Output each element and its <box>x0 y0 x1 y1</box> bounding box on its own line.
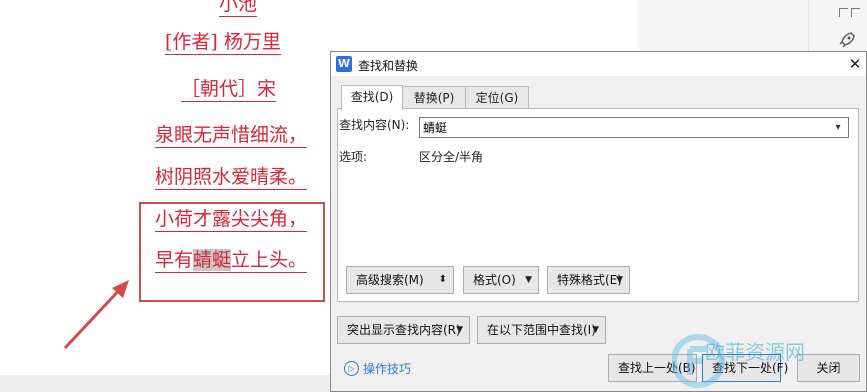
dialog-title: 查找和替换 <box>358 59 419 73</box>
rocket-icon[interactable] <box>837 31 857 51</box>
dropdown-caret-icon: ▼ <box>616 275 623 285</box>
tips-link[interactable]: 操作技巧 <box>363 360 411 377</box>
window-corner-icon[interactable] <box>839 8 848 17</box>
highlight-found-button[interactable]: 突出显示查找内容(R) ▼ <box>337 316 470 344</box>
window-corner-icon[interactable] <box>851 8 860 17</box>
poem-dynasty-line: ［朝代］宋 <box>181 78 277 102</box>
poem-author-line: [作者] 杨万里 <box>165 31 281 55</box>
wps-logo-icon: W <box>336 56 352 72</box>
options-label: 选项: <box>339 150 368 164</box>
tab-goto[interactable]: 定位(G) <box>465 86 529 109</box>
poem-line-1: 泉眼无声惜细流， <box>155 124 308 148</box>
annotation-box <box>139 202 325 302</box>
poem-line-2: 树阴照水爱晴柔。 <box>155 166 308 190</box>
options-value: 区分全/半角 <box>419 150 484 164</box>
find-input[interactable] <box>423 119 819 136</box>
annotation-arrow <box>63 280 129 350</box>
double-chevron-icon: ⬍ <box>438 274 447 285</box>
find-in-range-button[interactable]: 在以下范围中查找(I) ▼ <box>477 316 606 344</box>
find-label: 查找内容(N): <box>339 118 410 132</box>
play-icon[interactable]: ▷ <box>344 361 359 376</box>
dropdown-caret-icon: ▼ <box>592 325 599 335</box>
dropdown-caret-icon: ▼ <box>456 325 463 335</box>
poem-title: 小池 <box>219 0 258 17</box>
tab-replace[interactable]: 替换(P) <box>402 86 466 109</box>
dropdown-caret-icon: ▼ <box>525 275 532 285</box>
close-icon[interactable]: ✕ <box>846 55 864 73</box>
find-combobox[interactable]: ▾ <box>419 117 849 138</box>
format-button[interactable]: 格式(O) ▼ <box>463 266 539 294</box>
chevron-down-icon[interactable]: ▾ <box>831 120 845 135</box>
dialog-titlebar[interactable]: W 查找和替换 ✕ <box>331 52 866 76</box>
close-button[interactable]: 关闭 <box>797 354 860 382</box>
advanced-search-button[interactable]: 高级搜索(M) ⬍ <box>346 266 454 294</box>
find-previous-button[interactable]: 查找上一处(B) <box>608 354 697 382</box>
tab-find[interactable]: 查找(D) <box>341 85 403 110</box>
watermark-text: 欧菲资源网 <box>705 340 805 364</box>
special-format-button[interactable]: 特殊格式(E) ▼ <box>547 266 630 294</box>
